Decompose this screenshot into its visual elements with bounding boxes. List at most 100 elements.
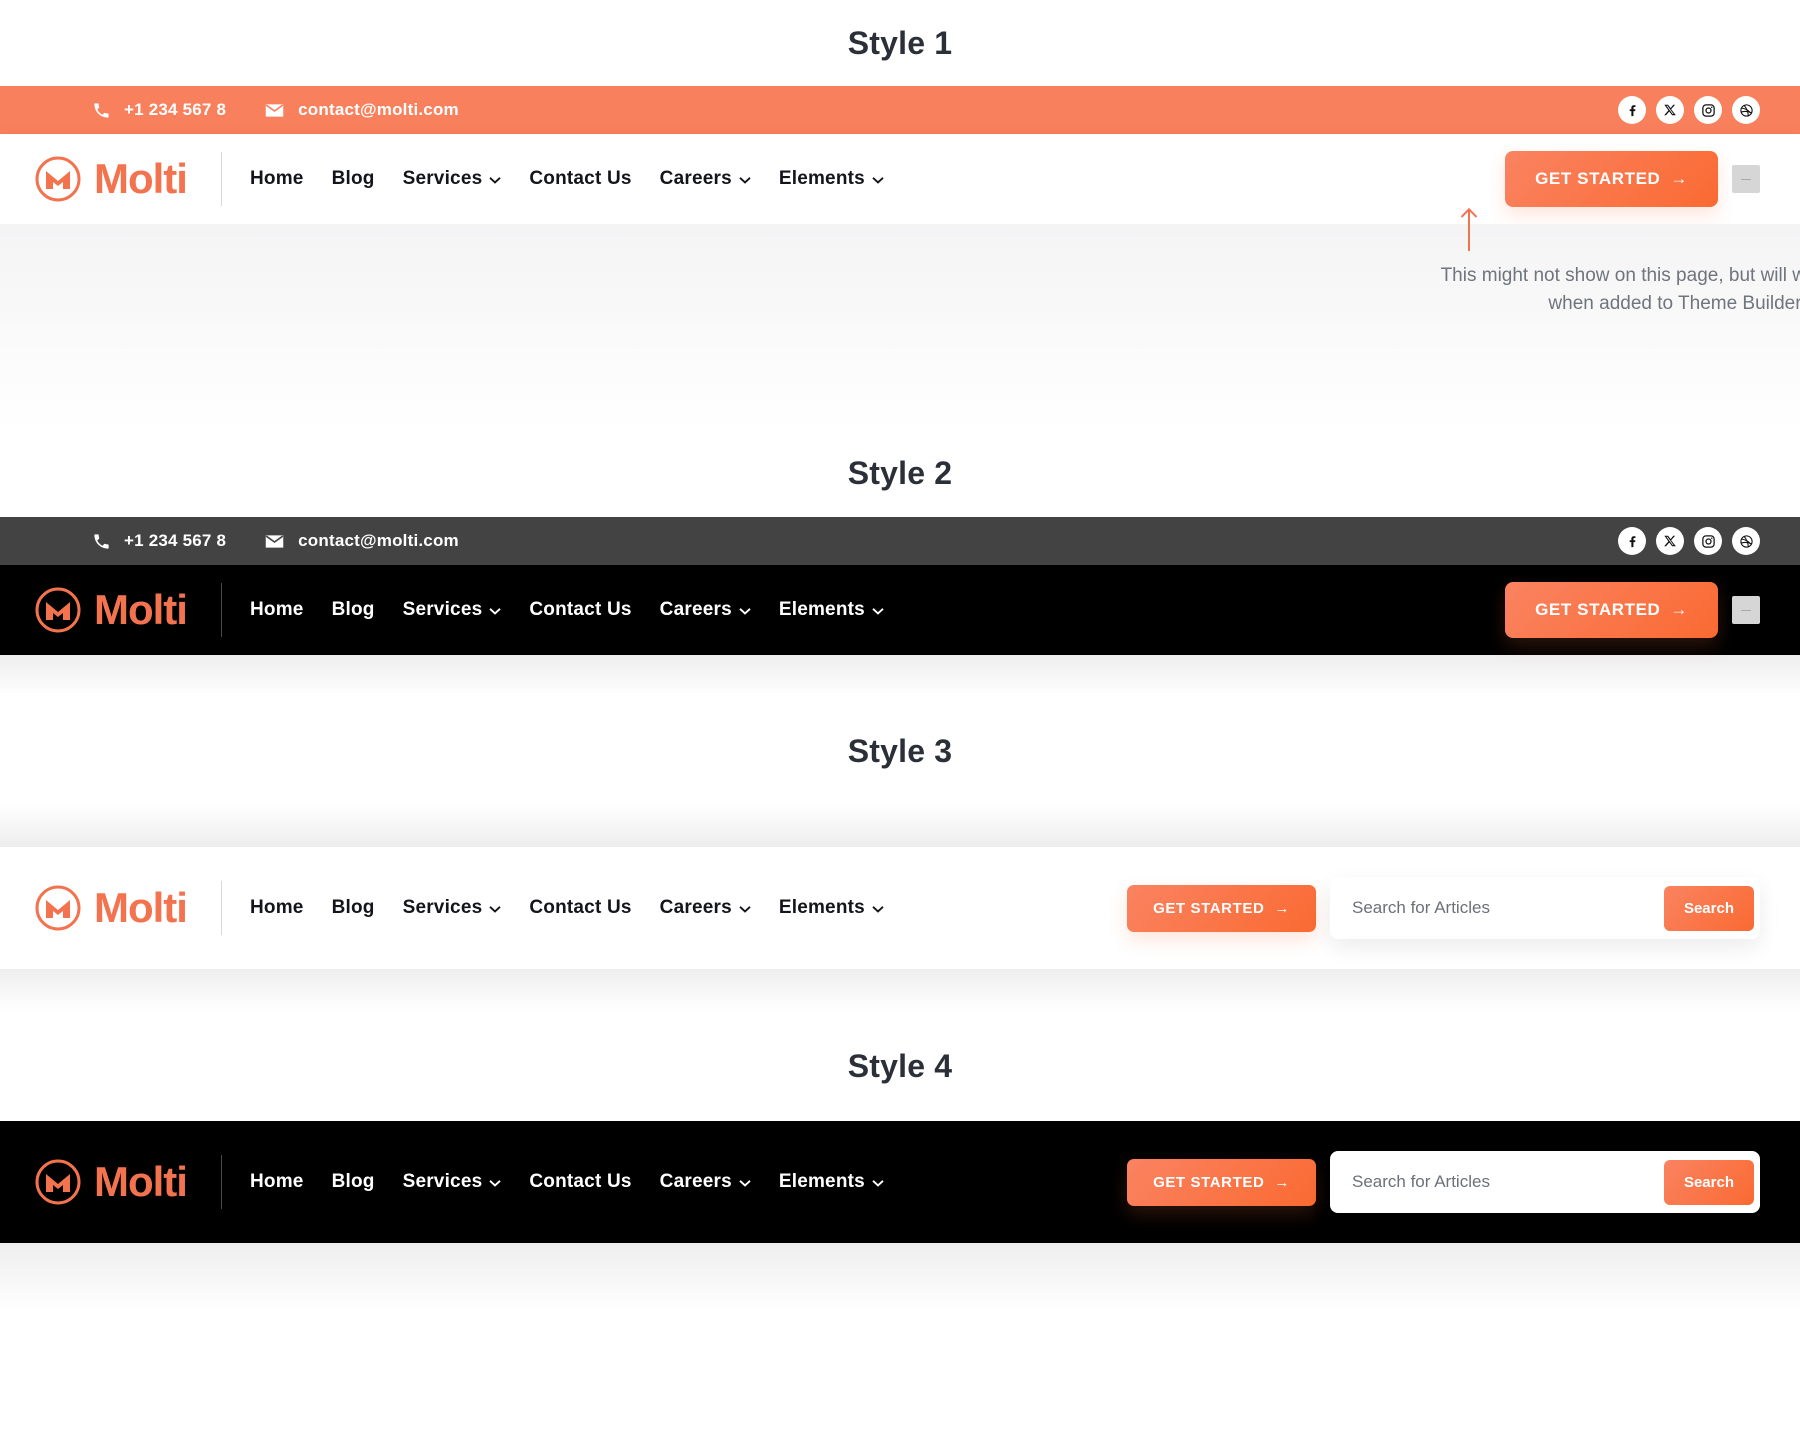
molti-logo-icon: [34, 884, 82, 932]
page-title: Style 2: [848, 455, 953, 492]
logo-wordmark: Molti: [94, 589, 187, 631]
page-bottom-spacer: [0, 1313, 1800, 1373]
menu-item-home[interactable]: Home: [250, 897, 304, 919]
chevron-down-icon: [739, 599, 751, 621]
menu-item-elements[interactable]: Elements: [779, 897, 884, 919]
email-contact[interactable]: contact@molti.com: [264, 100, 459, 121]
menu-item-services[interactable]: Services: [403, 1171, 502, 1193]
phone-contact[interactable]: +1 234 567 8: [92, 531, 226, 551]
phone-icon: [92, 101, 111, 120]
menu-item-contact-us[interactable]: Contact Us: [529, 1171, 631, 1193]
menu-label: Contact Us: [529, 1171, 631, 1193]
main-menu-style-4: Home Blog Services Contact Us Careers: [250, 1171, 884, 1193]
logo[interactable]: Molti: [34, 586, 187, 634]
theme-builder-notice-area: This might not show on this page, but wi…: [0, 224, 1800, 429]
arrow-right-icon: →: [1274, 1174, 1290, 1191]
placeholder-box[interactable]: [1732, 596, 1760, 624]
get-started-button[interactable]: GET STARTED →: [1127, 1159, 1316, 1206]
menu-item-contact-us[interactable]: Contact Us: [529, 168, 631, 190]
phone-contact[interactable]: +1 234 567 8: [92, 100, 226, 120]
search-widget: Search: [1330, 1151, 1760, 1213]
menu-item-contact-us[interactable]: Contact Us: [529, 897, 631, 919]
menu-item-careers[interactable]: Careers: [660, 1171, 751, 1193]
section-heading-style-4: Style 4: [0, 1011, 1800, 1121]
menu-label: Careers: [660, 1171, 732, 1193]
dribbble-icon[interactable]: [1732, 96, 1760, 124]
menu-item-careers[interactable]: Careers: [660, 168, 751, 190]
menu-item-careers[interactable]: Careers: [660, 897, 751, 919]
cta-label: GET STARTED: [1153, 900, 1264, 917]
facebook-icon[interactable]: [1618, 527, 1646, 555]
menu-label: Contact Us: [529, 897, 631, 919]
email-contact[interactable]: contact@molti.com: [264, 531, 459, 552]
menu-label: Home: [250, 897, 304, 919]
menu-item-careers[interactable]: Careers: [660, 599, 751, 621]
menu-item-blog[interactable]: Blog: [332, 599, 375, 621]
menu-item-contact-us[interactable]: Contact Us: [529, 599, 631, 621]
get-started-button[interactable]: GET STARTED →: [1505, 582, 1718, 638]
instagram-icon[interactable]: [1694, 527, 1722, 555]
navbar-actions-style-3: GET STARTED → Search: [1127, 877, 1760, 939]
phone-number: +1 234 567 8: [124, 531, 226, 551]
menu-item-blog[interactable]: Blog: [332, 168, 375, 190]
search-button[interactable]: Search: [1664, 886, 1754, 931]
logo-wordmark: Molti: [94, 1161, 187, 1203]
navbar-style-1: Molti Home Blog Services Contact Us Care…: [0, 134, 1800, 224]
menu-item-elements[interactable]: Elements: [779, 1171, 884, 1193]
dribbble-icon[interactable]: [1732, 527, 1760, 555]
main-menu-style-3: Home Blog Services Contact Us Careers: [250, 897, 884, 919]
menu-item-elements[interactable]: Elements: [779, 168, 884, 190]
logo-divider: [221, 152, 222, 206]
instagram-icon[interactable]: [1694, 96, 1722, 124]
contact-group: +1 234 567 8 contact@molti.com: [92, 531, 459, 552]
main-menu-style-1: Home Blog Services Contact Us Careers: [250, 168, 884, 190]
menu-item-services[interactable]: Services: [403, 599, 502, 621]
fade-strip: [0, 969, 1800, 1011]
search-input[interactable]: [1330, 1172, 1664, 1192]
molti-logo-icon: [34, 1158, 82, 1206]
menu-label: Contact Us: [529, 168, 631, 190]
cta-label: GET STARTED: [1535, 169, 1660, 189]
x-twitter-icon[interactable]: [1656, 96, 1684, 124]
menu-label: Home: [250, 1171, 304, 1193]
page-title: Style 1: [848, 25, 953, 62]
menu-item-services[interactable]: Services: [403, 897, 502, 919]
chevron-down-icon: [739, 897, 751, 919]
get-started-button[interactable]: GET STARTED →: [1505, 151, 1718, 207]
contact-group: +1 234 567 8 contact@molti.com: [92, 100, 459, 121]
search-button[interactable]: Search: [1664, 1160, 1754, 1205]
social-links-style-1: [1618, 96, 1760, 124]
search-input[interactable]: [1330, 898, 1664, 918]
chevron-down-icon: [489, 599, 501, 621]
menu-label: Careers: [660, 897, 732, 919]
logo[interactable]: Molti: [34, 1158, 187, 1206]
x-twitter-icon[interactable]: [1656, 527, 1684, 555]
cta-label: GET STARTED: [1535, 600, 1660, 620]
cta-label: GET STARTED: [1153, 1174, 1264, 1191]
email-address: contact@molti.com: [298, 100, 459, 120]
placeholder-box[interactable]: [1732, 165, 1760, 193]
menu-label: Careers: [660, 599, 732, 621]
menu-item-blog[interactable]: Blog: [332, 897, 375, 919]
logo[interactable]: Molti: [34, 884, 187, 932]
navbar-style-4: Molti Home Blog Services Contact Us Care…: [0, 1121, 1800, 1243]
get-started-button[interactable]: GET STARTED →: [1127, 885, 1316, 932]
menu-item-home[interactable]: Home: [250, 599, 304, 621]
phone-icon: [92, 532, 111, 551]
menu-label: Services: [403, 1171, 483, 1193]
menu-label: Services: [403, 599, 483, 621]
chevron-down-icon: [739, 1171, 751, 1193]
facebook-icon[interactable]: [1618, 96, 1646, 124]
phone-number: +1 234 567 8: [124, 100, 226, 120]
arrow-right-icon: →: [1670, 169, 1688, 189]
email-address: contact@molti.com: [298, 531, 459, 551]
menu-item-blog[interactable]: Blog: [332, 1171, 375, 1193]
styles-preview-page: Style 1 +1 234 567 8 contact@: [0, 0, 1800, 1436]
menu-item-elements[interactable]: Elements: [779, 599, 884, 621]
menu-item-home[interactable]: Home: [250, 1171, 304, 1193]
menu-item-services[interactable]: Services: [403, 168, 502, 190]
logo[interactable]: Molti: [34, 155, 187, 203]
navbar-actions-style-4: GET STARTED → Search: [1127, 1151, 1760, 1213]
menu-label: Elements: [779, 1171, 865, 1193]
menu-item-home[interactable]: Home: [250, 168, 304, 190]
